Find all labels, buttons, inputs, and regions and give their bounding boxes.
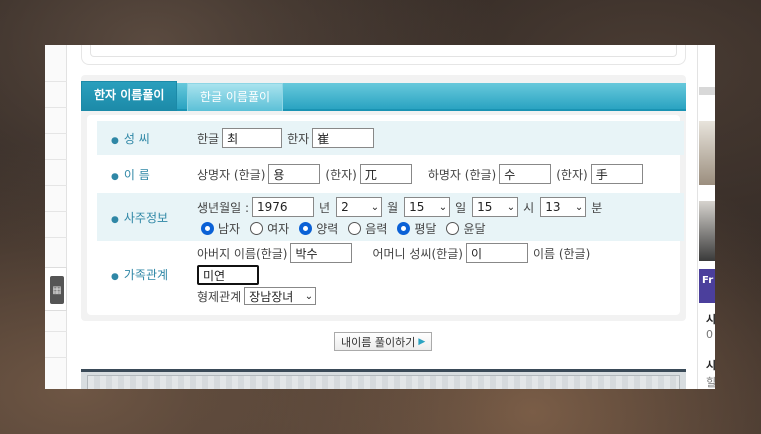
bullet-icon: ●: [111, 271, 119, 282]
right-subtext-2: 힐: [706, 376, 715, 389]
lower-hangul-input[interactable]: [499, 164, 552, 184]
name-analysis-panel: 한자 이름풀이 한글 이름풀이 ● 성 씨 한글 한자 ● 이 름 상명자 (한글): [81, 75, 686, 321]
lower-hanja-input[interactable]: [590, 164, 643, 184]
bullet-icon: ●: [111, 135, 119, 146]
chevron-down-icon: ⌄: [438, 201, 448, 213]
day-select[interactable]: 15 ⌄: [404, 197, 451, 217]
hour-select[interactable]: 15 ⌄: [472, 197, 519, 217]
father-name-input[interactable]: [290, 243, 353, 263]
bullet-icon: ●: [111, 214, 119, 225]
radio-female-label: 여자: [267, 222, 290, 236]
radio-leap-month[interactable]: [446, 222, 460, 235]
sibling-label: 형제관계: [197, 289, 242, 304]
left-sidebar: ▦: [45, 45, 67, 389]
saju-label: 사주정보: [123, 210, 169, 225]
right-text-2[interactable]: 시: [706, 357, 715, 373]
upper-name-label: 상명자 (한글): [197, 167, 266, 182]
day-unit: 일: [455, 200, 467, 215]
right-banner[interactable]: Fr: [699, 269, 715, 303]
radio-lunar[interactable]: [348, 222, 362, 235]
arrow-right-icon: ▶: [418, 336, 426, 347]
minute-select[interactable]: 13 ⌄: [540, 197, 587, 217]
radio-male[interactable]: [201, 222, 214, 235]
radio-solar-label: 양력: [316, 222, 339, 236]
radio-lunar-label: 음력: [365, 222, 388, 236]
sibling-select[interactable]: 장남장녀 ⌄: [244, 287, 317, 305]
mother-name-label: 이름 (한글): [532, 246, 591, 261]
radio-leap-month-label: 윤달: [463, 222, 486, 236]
mother-surname-input[interactable]: [465, 243, 528, 263]
name-form: ● 성 씨 한글 한자 ● 이 름 상명자 (한글) (한자) 하명자 (한글): [87, 115, 684, 315]
mother-surname-label: 어머니 성씨(한글): [372, 246, 463, 261]
name-label: 이 름: [123, 167, 150, 182]
row-name: ● 이 름 상명자 (한글) (한자) 하명자 (한글) (한자): [97, 157, 684, 191]
tab-hangul-name[interactable]: 한글 이름풀이: [187, 83, 284, 111]
radio-normal-month-label: 평달: [414, 222, 437, 236]
tab-hanja-name[interactable]: 한자 이름풀이: [81, 81, 178, 111]
right-sidebar: Fr 시 0 시 힐: [697, 45, 715, 389]
lower-hanja-label: (한자): [556, 167, 588, 182]
browser-page: ▦ 한자 이름풀이 한글 이름풀이 ● 성 씨 한글 한자 ● 이 름: [45, 45, 715, 389]
bullet-icon: ●: [111, 171, 119, 182]
hour-unit: 시: [523, 200, 535, 215]
grid-icon[interactable]: ▦: [50, 276, 64, 304]
surname-hanja-label: 한자: [287, 131, 310, 146]
surname-label: 성 씨: [123, 131, 150, 146]
chevron-down-icon: ⌄: [304, 290, 314, 302]
right-thumbnail-2[interactable]: [699, 201, 715, 261]
upper-hanja-input[interactable]: [359, 164, 412, 184]
row-saju: ● 사주정보 생년월일 : 년 2⌄ 월 15⌄ 일 15⌄ 시 13⌄ 분: [97, 193, 684, 241]
right-subtext-1: 0: [706, 328, 713, 341]
upper-hangul-input[interactable]: [268, 164, 321, 184]
year-unit: 년: [319, 200, 331, 215]
month-unit: 월: [387, 200, 399, 215]
surname-hangul-input[interactable]: [222, 128, 283, 148]
bottom-image: [81, 369, 686, 389]
right-thumbnail-1[interactable]: [699, 121, 715, 185]
right-text-1[interactable]: 시: [706, 311, 715, 327]
radio-male-label: 남자: [218, 222, 241, 236]
mother-name-input[interactable]: [197, 265, 259, 285]
lower-name-label: 하명자 (한글): [427, 167, 497, 182]
surname-hanja-input[interactable]: [312, 128, 375, 148]
row-surname: ● 성 씨 한글 한자: [97, 121, 684, 155]
chevron-down-icon: ⌄: [574, 201, 584, 213]
radio-female[interactable]: [250, 222, 264, 235]
row-family: ● 가족관계 아버지 이름(한글) 어머니 성씨(한글) 이름 (한글) 형제관계: [97, 243, 684, 305]
submit-name-analysis-button[interactable]: 내이름 풀이하기 ▶: [334, 332, 433, 351]
birth-year-input[interactable]: [252, 197, 315, 217]
upper-hanja-label: (한자): [325, 167, 357, 182]
surname-hangul-label: 한글: [197, 131, 220, 146]
family-label: 가족관계: [123, 267, 169, 282]
radio-solar[interactable]: [299, 222, 313, 235]
month-select[interactable]: 2 ⌄: [336, 197, 383, 217]
radio-normal-month[interactable]: [397, 222, 411, 235]
tab-bar: 한자 이름풀이 한글 이름풀이: [81, 81, 686, 111]
left-widget: ▦: [45, 267, 67, 311]
father-name-label: 아버지 이름(한글): [197, 246, 288, 261]
minute-unit: 분: [591, 200, 603, 215]
birth-label: 생년월일 :: [197, 200, 250, 215]
chevron-down-icon: ⌄: [370, 201, 380, 213]
chevron-down-icon: ⌄: [506, 201, 516, 213]
top-card: [81, 45, 686, 65]
